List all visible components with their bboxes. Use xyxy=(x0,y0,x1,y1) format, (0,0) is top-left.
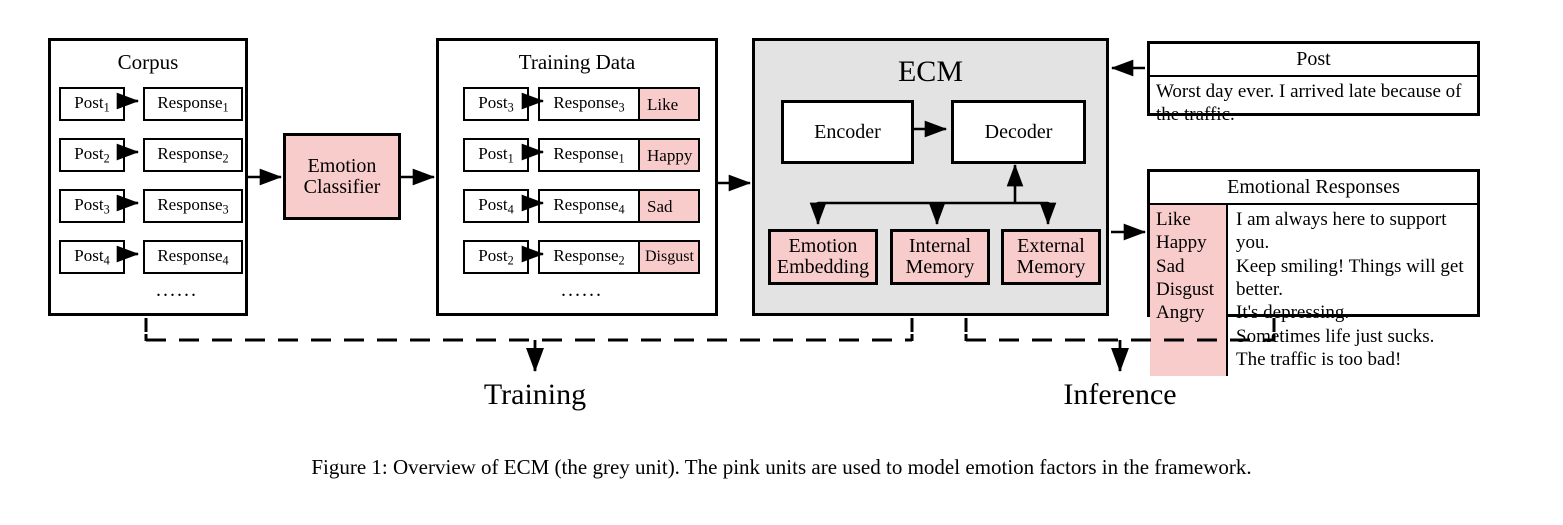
response-text: I am always here to support you. xyxy=(1236,209,1447,254)
corpus-post-1-label: Post1 xyxy=(74,93,110,115)
post-panel: Post Worst day ever. I arrived late beca… xyxy=(1147,41,1480,125)
corpus-post-4: Post4 xyxy=(59,240,125,274)
corpus-post-2: Post2 xyxy=(59,138,125,172)
corpus-response-4: Response4 xyxy=(143,240,243,274)
corpus-title: Corpus xyxy=(117,50,179,74)
training-emotion-2: Happy xyxy=(638,138,700,172)
internal-memory-line2: Memory xyxy=(905,256,975,278)
corpus-ellipsis: ...... xyxy=(156,279,198,301)
ecm-title: ECM xyxy=(897,55,963,88)
training-emotion-1: Like xyxy=(638,87,700,121)
training-post-1: Post3 xyxy=(463,87,529,121)
training-post-2: Post1 xyxy=(463,138,529,172)
emotional-responses-panel: Emotional Responses Like Happy Sad Disgu… xyxy=(1147,169,1480,376)
response-text: The traffic is too bad! xyxy=(1236,349,1402,371)
corpus-post-3: Post3 xyxy=(59,189,125,223)
training-response-3: Response4 xyxy=(538,189,640,223)
emotional-responses-body: Like Happy Sad Disgust Angry I am always… xyxy=(1150,205,1477,376)
emotion-label: Happy xyxy=(1156,232,1207,254)
training-post-3: Post4 xyxy=(463,189,529,223)
training-data-panel: Training Data Post3 Response3 Like Post1… xyxy=(436,38,718,316)
corpus-response-1: Response1 xyxy=(143,87,243,121)
post-panel-text: Worst day ever. I arrived late because o… xyxy=(1156,81,1462,126)
internal-memory-box: Internal Memory xyxy=(890,229,990,285)
figure-root: Corpus Post1 Response1 Post2 Response2 P… xyxy=(0,0,1563,525)
training-post-1-label: Post3 xyxy=(478,93,514,115)
encoder-box: Encoder xyxy=(781,100,914,164)
post-panel-title: Post xyxy=(1150,44,1477,77)
training-response-2: Response1 xyxy=(538,138,640,172)
internal-memory-label: Internal Memory xyxy=(906,236,975,278)
training-emotion-4: Disgust xyxy=(638,240,700,274)
training-stage-label: Training xyxy=(483,378,587,411)
corpus-post-2-label: Post2 xyxy=(74,144,110,166)
corpus-response-2-label: Response2 xyxy=(157,144,229,166)
emotion-label: Sad xyxy=(1156,255,1185,277)
training-data-title: Training Data xyxy=(518,50,636,74)
emotional-responses-text-column: I am always here to support you. Keep sm… xyxy=(1228,205,1477,376)
training-response-2-label: Response1 xyxy=(553,144,625,166)
corpus-response-4-label: Response4 xyxy=(157,246,229,268)
emotion-classifier-line1: Emotion xyxy=(307,154,377,177)
figure-caption: Figure 1: Overview of ECM (the grey unit… xyxy=(311,455,1252,479)
emotional-responses-title: Emotional Responses xyxy=(1150,172,1477,205)
corpus-panel: Corpus Post1 Response1 Post2 Response2 P… xyxy=(48,38,248,316)
corpus-post-4-label: Post4 xyxy=(74,246,110,268)
emotion-embedding-box: Emotion Embedding xyxy=(768,229,878,285)
external-memory-label: External Memory xyxy=(1017,236,1086,278)
emotion-embedding-label: Emotion Embedding xyxy=(777,236,869,278)
training-response-1: Response3 xyxy=(538,87,640,121)
training-post-3-label: Post4 xyxy=(478,195,514,217)
training-response-4-label: Response2 xyxy=(553,246,625,268)
emotion-label: Angry xyxy=(1156,302,1205,324)
training-response-3-label: Response4 xyxy=(553,195,625,217)
training-post-2-label: Post1 xyxy=(478,144,514,166)
corpus-post-1: Post1 xyxy=(59,87,125,121)
corpus-post-3-label: Post3 xyxy=(74,195,110,217)
external-memory-box: External Memory xyxy=(1001,229,1101,285)
response-text: Keep smiling! Things will get better. xyxy=(1236,255,1464,301)
internal-memory-line1: Internal xyxy=(908,235,972,257)
response-text: Sometimes life just sucks. xyxy=(1236,325,1435,347)
training-response-4: Response2 xyxy=(538,240,640,274)
training-emotion-3: Sad xyxy=(638,189,700,223)
training-response-1-label: Response3 xyxy=(553,93,625,115)
emotional-responses-emotion-column: Like Happy Sad Disgust Angry xyxy=(1150,205,1228,376)
external-memory-line2: Memory xyxy=(1016,256,1086,278)
external-memory-line1: External xyxy=(1017,235,1085,257)
emotion-classifier-label: Emotion Classifier xyxy=(303,154,381,198)
emotion-embedding-line1: Emotion xyxy=(788,235,858,257)
ecm-panel: ECM Encoder Decoder Emotion Embedding In… xyxy=(752,38,1109,316)
corpus-response-2: Response2 xyxy=(143,138,243,172)
corpus-response-1-label: Response1 xyxy=(157,93,229,115)
training-data-ellipsis: ...... xyxy=(561,279,603,301)
response-text: It's depressing. xyxy=(1236,302,1350,324)
emotion-embedding-line2: Embedding xyxy=(776,256,870,278)
emotion-label: Disgust xyxy=(1156,279,1215,301)
training-post-4-label: Post2 xyxy=(478,246,514,268)
corpus-response-3-label: Response3 xyxy=(157,195,229,217)
decoder-box: Decoder xyxy=(951,100,1086,164)
emotion-label: Like xyxy=(1156,209,1191,230)
training-post-4: Post2 xyxy=(463,240,529,274)
emotion-classifier-line2: Classifier xyxy=(303,175,381,198)
emotion-classifier-box: Emotion Classifier xyxy=(283,133,401,220)
inference-stage-label: Inference xyxy=(1063,378,1177,411)
corpus-response-3: Response3 xyxy=(143,189,243,223)
